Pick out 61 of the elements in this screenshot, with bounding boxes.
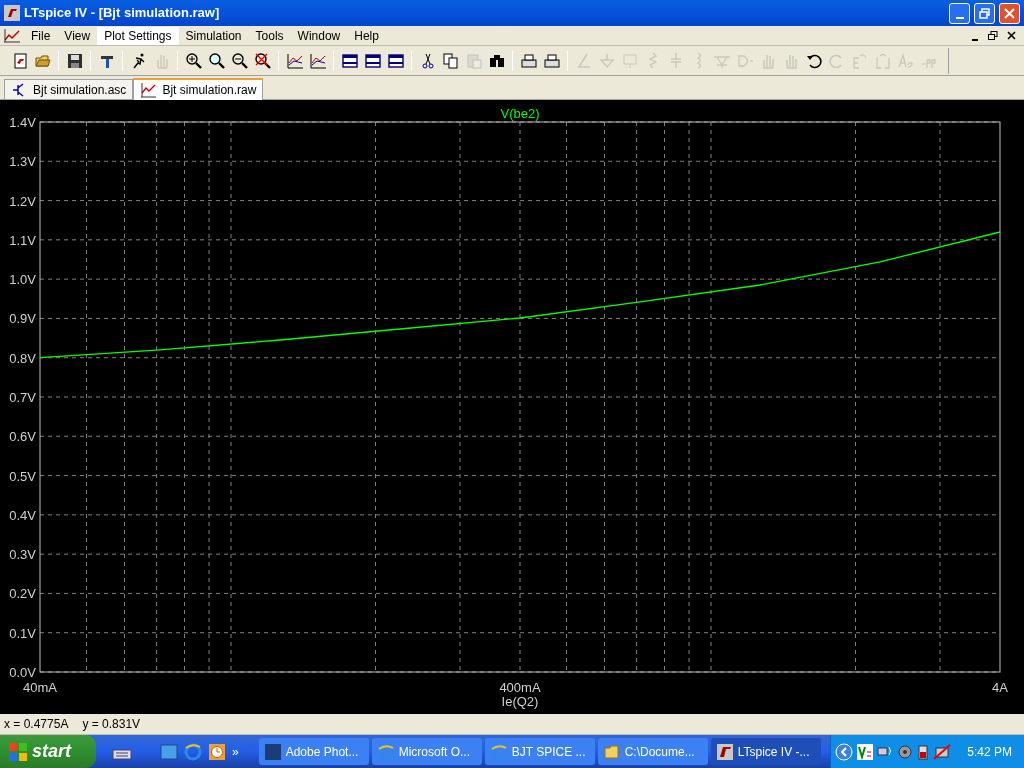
y-tick-label: 0.0V bbox=[9, 665, 36, 680]
folder-icon bbox=[603, 743, 620, 760]
start-button[interactable]: start bbox=[0, 735, 96, 768]
app-logo-icon bbox=[716, 743, 733, 760]
y-tick-label: 0.8V bbox=[9, 350, 36, 366]
y-tick-label: 0.2V bbox=[9, 586, 36, 602]
x-reading: x = 0.4775A bbox=[4, 716, 69, 733]
clock-icon[interactable] bbox=[208, 742, 226, 761]
y-tick-label: 0.7V bbox=[9, 390, 36, 405]
y-reading: y = 0.831V bbox=[82, 716, 141, 733]
windows-logo-icon bbox=[8, 741, 28, 762]
y-tick-label: 1.1V bbox=[9, 232, 36, 248]
menu-item[interactable]: Window bbox=[290, 26, 348, 45]
window-icon[interactable] bbox=[160, 742, 178, 761]
vnc-icon[interactable] bbox=[857, 743, 874, 760]
taskbar-button[interactable]: LTspice IV -... bbox=[710, 738, 821, 765]
overflow-chevron[interactable]: » bbox=[232, 742, 239, 761]
browser-icon[interactable] bbox=[184, 742, 202, 761]
window-title: LTspice IV - [Bjt simulation.raw] bbox=[24, 4, 221, 23]
trace-name[interactable]: V(be2) bbox=[500, 106, 540, 121]
y-tick-label: 1.4V bbox=[9, 115, 36, 130]
y-tick-label: 1.2V bbox=[9, 193, 36, 209]
document-tab[interactable]: Bjt simulation.asc bbox=[4, 79, 134, 99]
battery-icon[interactable] bbox=[917, 743, 930, 760]
restore-icon bbox=[979, 7, 990, 19]
taskbar-button[interactable]: C:\Docume... bbox=[597, 738, 708, 765]
menu-item[interactable]: Help bbox=[347, 26, 386, 45]
y-tick-label: 0.9V bbox=[9, 311, 36, 327]
menu-item[interactable]: Plot Settings bbox=[97, 26, 179, 45]
close-icon bbox=[1006, 31, 1016, 40]
taskbar-button[interactable]: Microsoft O... bbox=[371, 738, 482, 765]
y-tick-label: 1.3V bbox=[9, 154, 36, 170]
menu-item[interactable]: File bbox=[24, 26, 58, 45]
clock: 5:42 PM bbox=[967, 743, 1012, 761]
document-tab[interactable]: Bjt simulation.raw bbox=[133, 78, 264, 100]
x-tick-label: 4A bbox=[992, 680, 1008, 695]
x-tick-label: 40mA bbox=[23, 680, 57, 695]
browser-icon bbox=[377, 743, 394, 760]
close-button[interactable] bbox=[999, 2, 1020, 24]
browser-icon bbox=[490, 743, 507, 760]
document-icon bbox=[4, 28, 20, 43]
menu-item[interactable]: Simulation bbox=[178, 26, 249, 45]
y-tick-label: 0.1V bbox=[9, 625, 36, 641]
menu-item[interactable]: View bbox=[57, 26, 98, 45]
close-icon bbox=[1004, 7, 1015, 19]
taskbar-button[interactable]: Adobe Phot... bbox=[258, 738, 369, 765]
y-tick-label: 0.4V bbox=[9, 507, 36, 523]
restore-button[interactable] bbox=[974, 2, 995, 24]
y-tick-label: 0.3V bbox=[9, 547, 36, 563]
y-tick-label: 0.5V bbox=[9, 468, 36, 484]
x-axis-title: Ie(Q2) bbox=[501, 694, 539, 709]
minimize-button[interactable] bbox=[949, 2, 970, 24]
y-tick-label: 1.0V bbox=[9, 272, 36, 288]
app-logo-icon bbox=[4, 5, 20, 21]
restore-icon bbox=[988, 30, 998, 41]
menu-item[interactable]: Tools bbox=[248, 26, 291, 45]
taskbar-button[interactable]: BJT SPICE ... bbox=[484, 738, 595, 765]
x-tick-label: 400mA bbox=[499, 680, 541, 695]
crossed-device-icon[interactable] bbox=[933, 743, 952, 760]
graph-icon bbox=[140, 82, 157, 98]
y-tick-label: 0.6V bbox=[9, 429, 36, 445]
